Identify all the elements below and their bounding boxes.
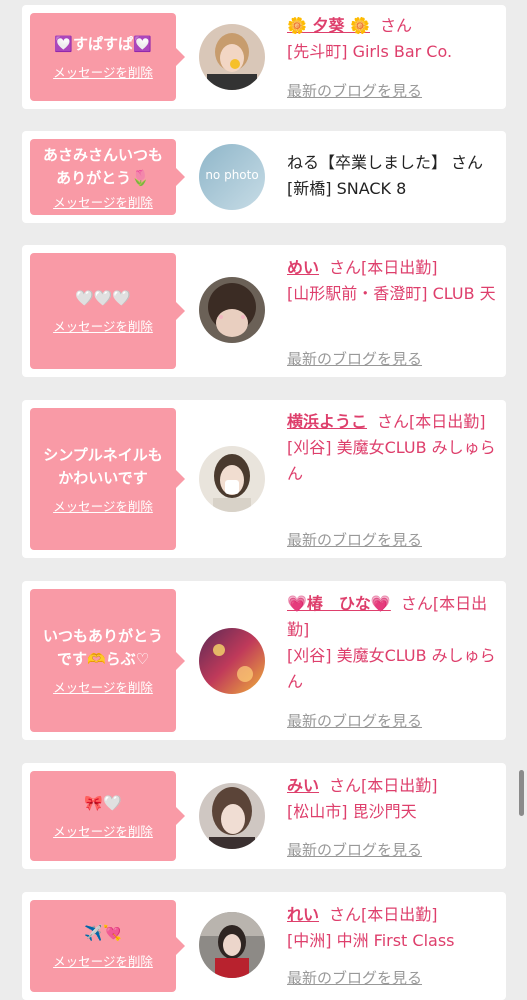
message-bubble: 🤍🤍🤍 メッセージを削除	[30, 253, 185, 369]
cast-avatar[interactable]	[199, 628, 265, 694]
cast-photo-icon	[199, 783, 265, 849]
cast-name-link[interactable]: 横浜ようこ	[287, 412, 367, 431]
message-text: いつもありがとうです🫶らぶ♡	[42, 627, 163, 668]
honorific: さん	[329, 776, 362, 795]
cast-info: めい さん[本日出勤] [山形駅前・香澄町] CLUB 天	[287, 255, 496, 307]
honorific: さん	[451, 153, 484, 172]
latest-blog-link[interactable]: 最新のブログを見る	[287, 529, 422, 550]
honorific: さん	[400, 594, 433, 613]
shop-name: [中洲] 中洲 First Class	[287, 931, 455, 950]
message-bubble: シンプルネイルもかわいいです メッセージを削除	[30, 408, 185, 550]
message-text: 💟すぱすぱ💟	[54, 35, 152, 53]
cast-photo-icon	[199, 277, 265, 343]
message-card: 🤍🤍🤍 メッセージを削除 めい さん[本日出勤] [山形駅前・香澄町] CLUB …	[22, 245, 506, 377]
cast-info: ねる【卒業しました】 さん [新橋] SNACK 8	[287, 150, 496, 202]
delete-message-link[interactable]: メッセージを削除	[53, 821, 153, 840]
status-tag: [本日出勤]	[361, 258, 438, 277]
cast-avatar[interactable]	[199, 912, 265, 978]
cast-avatar[interactable]	[199, 277, 265, 343]
shop-name: [刈谷] 美魔女CLUB みしゅらん	[287, 438, 496, 483]
delete-message-link[interactable]: メッセージを削除	[53, 192, 153, 211]
honorific: さん	[329, 258, 362, 277]
scrollbar[interactable]	[519, 770, 524, 816]
message-card: ✈️💘 メッセージを削除 れい さん[本日出勤] [中洲] 中洲 First Cl…	[22, 892, 506, 1000]
message-card: 💟すぱすぱ💟 メッセージを削除 🌼 夕葵 🌼 さん [先斗町] Girls Bar…	[22, 5, 506, 109]
message-card: 🎀🤍 メッセージを削除 みい さん[本日出勤] [松山市] 毘沙門天 最新のブログ…	[22, 763, 506, 869]
cast-avatar[interactable]	[199, 24, 265, 90]
message-bubble: いつもありがとうです🫶らぶ♡ メッセージを削除	[30, 589, 185, 732]
status-tag: [本日出勤]	[361, 776, 438, 795]
delete-message-link[interactable]: メッセージを削除	[53, 316, 153, 335]
honorific: さん	[380, 16, 413, 35]
latest-blog-link[interactable]: 最新のブログを見る	[287, 839, 422, 860]
cast-photo-icon	[199, 628, 265, 694]
delete-message-link[interactable]: メッセージを削除	[53, 496, 153, 515]
cast-avatar[interactable]	[199, 783, 265, 849]
message-text: ✈️💘	[84, 924, 122, 942]
shop-name: [先斗町] Girls Bar Co.	[287, 42, 453, 61]
honorific: さん	[329, 905, 362, 924]
honorific: さん	[377, 412, 410, 431]
cast-name-link[interactable]: みい	[287, 776, 319, 795]
cast-info: 🌼 夕葵 🌼 さん [先斗町] Girls Bar Co.	[287, 13, 496, 65]
cast-name: ねる【卒業しました】	[287, 153, 448, 172]
cast-name-link[interactable]: 🌼 夕葵 🌼	[287, 16, 370, 35]
delete-message-link[interactable]: メッセージを削除	[53, 951, 153, 970]
cast-photo-icon	[199, 446, 265, 512]
shop-name: [山形駅前・香澄町] CLUB 天	[287, 284, 496, 303]
status-tag: [本日出勤]	[361, 905, 438, 924]
message-bubble: あさみさんいつもありがとう🌷 メッセージを削除	[30, 139, 185, 215]
message-bubble: 🎀🤍 メッセージを削除	[30, 771, 185, 861]
cast-photo-icon	[199, 912, 265, 978]
cast-avatar[interactable]: no photo	[199, 144, 265, 210]
message-card: あさみさんいつもありがとう🌷 メッセージを削除 no photo ねる【卒業しま…	[22, 131, 506, 223]
latest-blog-link[interactable]: 最新のブログを見る	[287, 967, 422, 988]
cast-name-link[interactable]: めい	[287, 258, 319, 277]
latest-blog-link[interactable]: 最新のブログを見る	[287, 80, 422, 101]
cast-info: れい さん[本日出勤] [中洲] 中洲 First Class	[287, 902, 496, 954]
message-text: 🎀🤍	[84, 794, 122, 812]
message-bubble: ✈️💘 メッセージを削除	[30, 900, 185, 992]
message-card: シンプルネイルもかわいいです メッセージを削除 横浜ようこ さん[本日出勤] [刈…	[22, 400, 506, 558]
cast-info: みい さん[本日出勤] [松山市] 毘沙門天	[287, 773, 496, 825]
message-text: シンプルネイルもかわいいです	[43, 445, 163, 487]
message-text: 🤍🤍🤍	[74, 289, 132, 307]
message-bubble: 💟すぱすぱ💟 メッセージを削除	[30, 13, 185, 101]
cast-name-link[interactable]: れい	[287, 905, 319, 924]
cast-name-link[interactable]: 💗椿 ひな💗	[287, 594, 391, 613]
delete-message-link[interactable]: メッセージを削除	[53, 62, 153, 81]
message-text: あさみさんいつもありがとう🌷	[42, 145, 163, 187]
shop-name: [新橋] SNACK 8	[287, 179, 407, 198]
no-photo-text: no photo	[205, 168, 259, 182]
cast-info: 横浜ようこ さん[本日出勤] [刈谷] 美魔女CLUB みしゅらん	[287, 409, 496, 487]
cast-info: 💗椿 ひな💗 さん[本日出勤] [刈谷] 美魔女CLUB みしゅらん	[287, 591, 496, 695]
status-tag: [本日出勤]	[409, 412, 486, 431]
shop-name: [松山市] 毘沙門天	[287, 802, 417, 821]
latest-blog-link[interactable]: 最新のブログを見る	[287, 348, 422, 369]
message-card: いつもありがとうです🫶らぶ♡ メッセージを削除 💗椿 ひな💗さん[本日出勤]	[22, 581, 506, 740]
shop-name: [刈谷] 美魔女CLUB みしゅらん	[287, 646, 496, 691]
delete-message-link[interactable]: メッセージを削除	[53, 677, 153, 696]
cast-avatar[interactable]	[199, 446, 265, 512]
message-list: 💟すぱすぱ💟 メッセージを削除 🌼 夕葵 🌼 さん [先斗町] Girls Bar…	[0, 0, 527, 1000]
latest-blog-link[interactable]: 最新のブログを見る	[287, 710, 422, 731]
cast-photo-icon	[199, 24, 265, 90]
